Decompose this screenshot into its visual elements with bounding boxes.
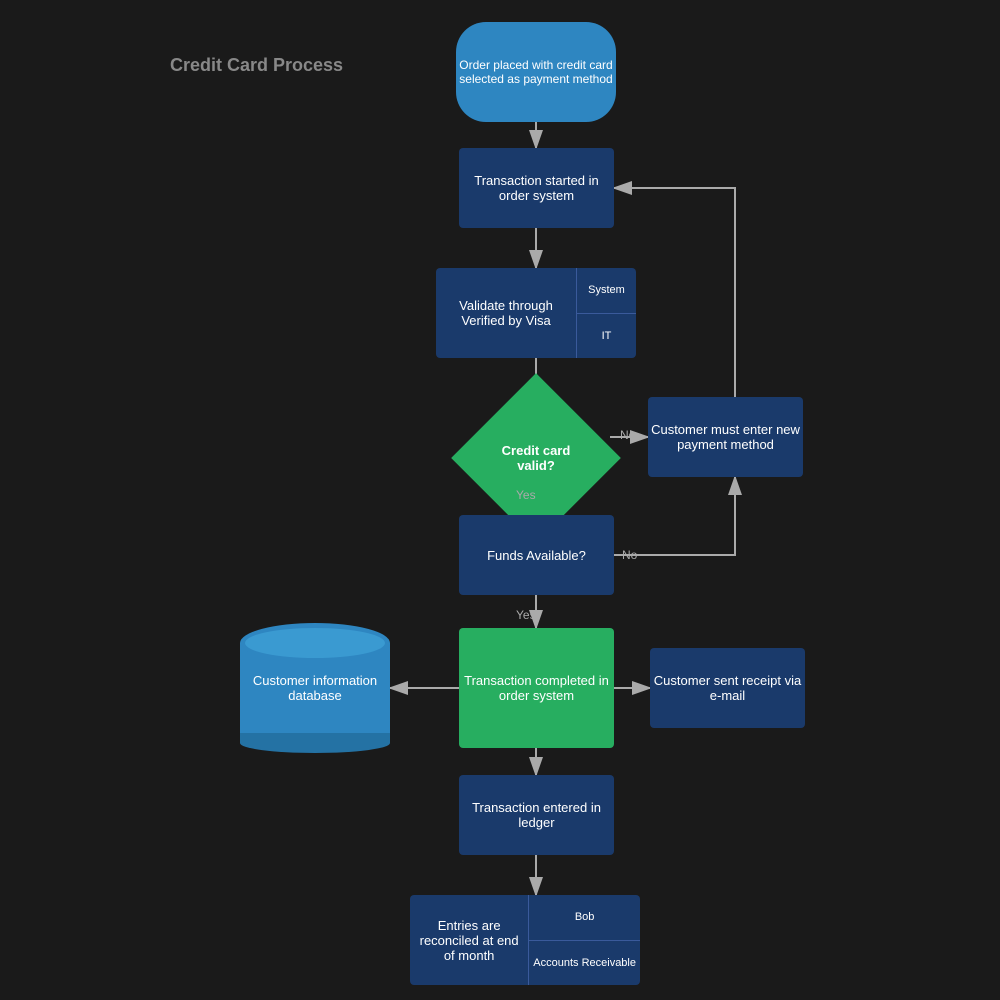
yes-label-2: Yes <box>516 608 536 622</box>
new-payment-node: Customer must enter new payment method <box>648 397 803 477</box>
diagram-title: Credit Card Process <box>170 55 343 76</box>
start-node: Order placed with credit card selected a… <box>456 22 616 122</box>
receipt-node: Customer sent receipt via e-mail <box>650 648 805 728</box>
reconcile-node: Entries are reconciled at end of month B… <box>410 895 640 985</box>
no-label-2: No <box>622 548 637 562</box>
funds-avail-node: Funds Available? <box>459 515 614 595</box>
trans-start-node: Transaction started in order system <box>459 148 614 228</box>
yes-label-1: Yes <box>516 488 536 502</box>
trans-complete-node: Transaction completed in order system <box>459 628 614 748</box>
credit-valid-node: Credit card valid? <box>476 398 596 518</box>
customer-db-node: Customer information database <box>240 623 390 753</box>
no-label-1: No <box>620 428 635 442</box>
ledger-node: Transaction entered in ledger <box>459 775 614 855</box>
validate-node: Validate through Verified by Visa System… <box>436 268 636 358</box>
